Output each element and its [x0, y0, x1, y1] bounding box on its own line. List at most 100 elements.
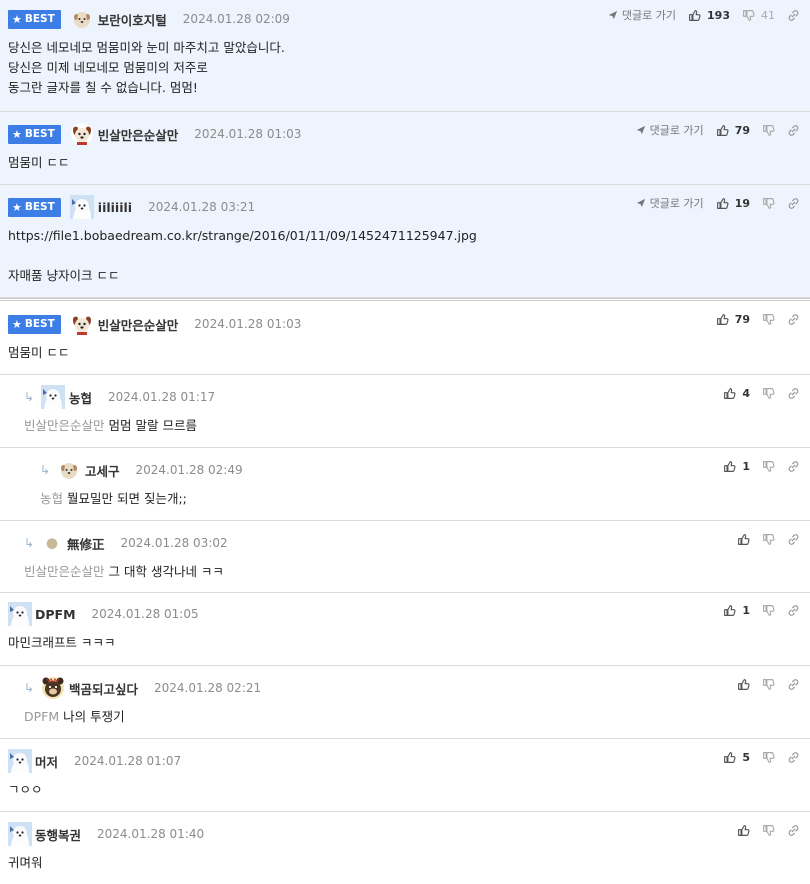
comment-actions: 1 — [711, 460, 800, 473]
downvote-button[interactable] — [762, 533, 775, 546]
avatar[interactable] — [57, 458, 81, 482]
best-badge: ★ BEST — [8, 124, 61, 144]
thumbs-up-icon — [716, 313, 729, 326]
downvote-button[interactable] — [762, 824, 775, 837]
comment-author[interactable]: 고세구 — [85, 461, 120, 480]
reply-mention[interactable]: 빈살만은순살만 — [24, 564, 105, 579]
go-to-reply-button[interactable]: 댓글로 가기 — [636, 122, 704, 138]
star-icon: ★ — [12, 12, 22, 26]
reply-mention[interactable]: 빈살만은순살만 — [24, 418, 105, 433]
comment-author[interactable]: iiliiili — [98, 200, 132, 215]
avatar[interactable] — [70, 195, 94, 219]
upvote-button[interactable]: 5 — [723, 751, 750, 764]
copy-link-button[interactable] — [787, 124, 800, 137]
downvote-button[interactable] — [762, 751, 775, 764]
thumbs-down-icon — [762, 387, 775, 400]
upvote-button[interactable] — [737, 824, 750, 837]
copy-link-button[interactable] — [787, 751, 800, 764]
thumbs-down-icon — [762, 533, 775, 546]
avatar[interactable] — [70, 312, 94, 336]
comment-actions — [725, 533, 800, 546]
reply-mention[interactable]: 농협 — [40, 491, 63, 506]
upvote-button[interactable]: 79 — [716, 124, 750, 137]
downvote-button[interactable] — [762, 313, 775, 326]
avatar[interactable] — [70, 122, 94, 146]
upvote-button[interactable] — [737, 678, 750, 691]
copy-link-button[interactable] — [787, 313, 800, 326]
downvote-button[interactable] — [762, 124, 775, 137]
comment-author[interactable]: DPFM — [35, 607, 76, 622]
comment-author[interactable]: 보란이호지털 — [98, 10, 167, 29]
go-to-reply-button[interactable]: 댓글로 가기 — [608, 7, 676, 23]
upvote-button[interactable]: 19 — [716, 197, 750, 210]
thumbs-up-icon — [737, 824, 750, 837]
avatar[interactable] — [8, 749, 32, 773]
send-icon — [636, 125, 646, 135]
downvote-button[interactable] — [762, 197, 775, 210]
upvote-button[interactable]: 79 — [716, 313, 750, 326]
comment-text: ㄱㅇㅇ — [8, 782, 43, 797]
thumbs-down-icon — [762, 313, 775, 326]
avatar[interactable] — [41, 676, 65, 700]
copy-link-button[interactable] — [787, 533, 800, 546]
comment-author[interactable]: 머저 — [35, 752, 58, 771]
upvote-button[interactable] — [737, 533, 750, 546]
upvote-button[interactable]: 4 — [723, 387, 750, 400]
reply-mention[interactable]: DPFM — [24, 709, 59, 724]
thumbs-down-icon — [762, 604, 775, 617]
upvote-count: 193 — [707, 8, 730, 22]
downvote-button[interactable] — [762, 460, 775, 473]
downvote-button[interactable] — [762, 387, 775, 400]
downvote-button[interactable]: 41 — [742, 9, 775, 22]
copy-link-button[interactable] — [787, 387, 800, 400]
avatar[interactable] — [70, 7, 94, 31]
upvote-button[interactable]: 1 — [723, 460, 750, 473]
comment-date: 2024.01.28 01:07 — [74, 754, 182, 768]
comment-link[interactable]: https://file1.bobaedream.co.kr/strange/2… — [8, 226, 802, 246]
comment-body: ㄱㅇㅇ — [8, 772, 802, 812]
thumbs-up-icon — [723, 751, 736, 764]
comment-author[interactable]: 농협 — [69, 388, 92, 407]
downvote-button[interactable] — [762, 604, 775, 617]
copy-link-button[interactable] — [787, 604, 800, 617]
send-icon — [608, 10, 618, 20]
go-to-reply-label: 댓글로 가기 — [649, 124, 704, 137]
upvote-count: 19 — [734, 196, 750, 210]
comment-actions: 댓글로 가기 193 41 — [608, 7, 800, 23]
avatar[interactable] — [8, 602, 32, 626]
avatar[interactable] — [44, 535, 60, 551]
comment-date: 2024.01.28 02:21 — [154, 681, 262, 695]
comment-author[interactable]: 無修正 — [67, 534, 105, 553]
thumbs-down-icon — [762, 824, 775, 837]
avatar[interactable] — [8, 822, 32, 846]
avatar[interactable] — [41, 385, 65, 409]
reply-comment: ↳ 백곰되고싶다 2024.01.28 02:21 DPFM 나의 투쟁기 — [0, 666, 810, 739]
comment-text: 멈멈 말랄 므르름 — [108, 418, 197, 433]
go-to-reply-button[interactable]: 댓글로 가기 — [636, 195, 704, 211]
upvote-count: 79 — [734, 123, 750, 137]
upvote-button[interactable]: 1 — [723, 604, 750, 617]
comment-author[interactable]: 동행복권 — [35, 825, 81, 844]
comment-date: 2024.01.28 01:03 — [194, 317, 302, 331]
downvote-button[interactable] — [762, 678, 775, 691]
comment-actions: 1 — [711, 604, 800, 617]
comment-author[interactable]: 빈살만은순살만 — [98, 125, 179, 144]
go-to-reply-label: 댓글로 가기 — [621, 9, 677, 22]
copy-link-button[interactable] — [787, 460, 800, 473]
reply-arrow-icon: ↳ — [24, 536, 35, 550]
reply-comment: ↳ 고세구 2024.01.28 02:49 농협 뭘묘밀만 되면 짖는개;; 1 — [0, 448, 810, 521]
thumbs-up-icon — [737, 533, 750, 546]
upvote-button[interactable]: 193 — [688, 9, 730, 22]
comment-date: 2024.01.28 01:17 — [108, 390, 216, 404]
comment: 동행복권 2024.01.28 01:40 귀며워 — [0, 812, 810, 884]
comment-body: 멈뭄미 ㄷㄷ — [8, 335, 802, 375]
comment-author[interactable]: 빈살만은순살만 — [98, 315, 179, 334]
copy-link-button[interactable] — [787, 9, 800, 22]
copy-link-button[interactable] — [787, 824, 800, 837]
comment-date: 2024.01.28 01:05 — [91, 607, 199, 621]
comment-author[interactable]: 백곰되고싶다 — [69, 679, 138, 698]
copy-link-button[interactable] — [787, 678, 800, 691]
copy-link-button[interactable] — [787, 197, 800, 210]
comment-body: 마민크래프트 ㅋㅋㅋ — [8, 625, 802, 665]
best-badge-label: BEST — [24, 318, 55, 330]
